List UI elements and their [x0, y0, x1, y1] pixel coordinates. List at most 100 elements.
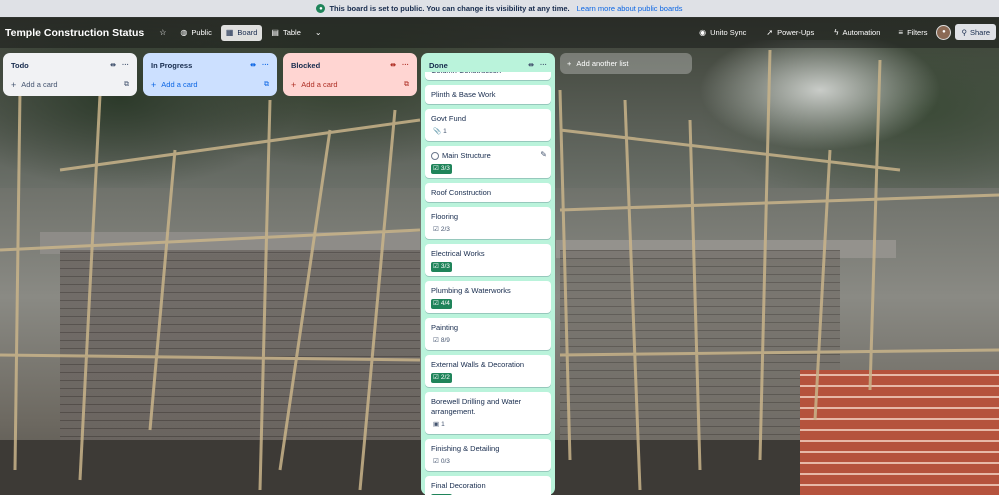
card-title: Plinth & Base Work: [431, 90, 496, 99]
visibility-button[interactable]: ◍ Public: [175, 25, 216, 41]
add-list-label: Add another list: [576, 59, 629, 68]
add-card-button[interactable]: + Add a card ⧉: [147, 76, 273, 93]
star-button[interactable]: ☆: [154, 25, 171, 41]
banner-message: This board is set to public. You can cha…: [329, 4, 570, 13]
card[interactable]: Plumbing & Waterworks ☑ 4/4: [425, 281, 551, 313]
badge-count: 2/3: [440, 226, 450, 233]
badge-count: 0/3: [440, 458, 450, 465]
card[interactable]: External Walls & Decoration ☑ 2/2: [425, 355, 551, 387]
card-title-row: Main Structure: [431, 151, 546, 161]
plus-icon: +: [11, 79, 17, 90]
card[interactable]: Column Construction: [425, 72, 551, 80]
views-menu-button[interactable]: ⌄: [310, 25, 327, 41]
checklist-badge: ☑ 4/4: [431, 299, 452, 309]
powerups-button[interactable]: ➚ Power-Ups: [761, 24, 819, 40]
list-header: Todo ⇹ ···: [7, 57, 133, 73]
more-icon[interactable]: ···: [122, 62, 129, 69]
card-title-row: Finishing & Detailing: [431, 444, 546, 454]
cover-badge: ▣ 1: [431, 420, 447, 430]
list-title[interactable]: In Progress: [151, 61, 244, 70]
checklist-badge: ☑3/3: [431, 262, 452, 272]
table-icon: ▤: [271, 28, 279, 37]
card[interactable]: Electrical Works ☑ 3/3: [425, 244, 551, 276]
card-title: Finishing & Detailing: [431, 444, 500, 453]
chevron-down-icon: ⌄: [314, 28, 322, 37]
add-card-button[interactable]: + Add a card ⧉: [7, 76, 133, 93]
card[interactable]: Painting ☑ 8/9: [425, 318, 551, 350]
paperclip-icon: 📎: [433, 128, 442, 135]
add-card-button[interactable]: + Add a card ⧉: [287, 76, 413, 93]
card-title-row: Flooring: [431, 212, 546, 222]
collapse-icon[interactable]: ⇹: [528, 61, 534, 69]
automation-button[interactable]: ϟ Automation: [829, 24, 885, 40]
add-card-label: Add a card: [301, 80, 338, 89]
checklist-badge: ☑ 8/9: [431, 336, 452, 346]
card-title-row: Plinth & Base Work: [431, 90, 546, 100]
board-icon: ▦: [225, 28, 234, 37]
checklist-icon: ☑: [433, 263, 439, 270]
card-title: Electrical Works: [431, 249, 485, 258]
collapse-icon[interactable]: ⇹: [250, 61, 256, 69]
card[interactable]: Finishing & Detailing ☑ 0/3: [425, 439, 551, 471]
card[interactable]: ✎ Main Structure ☑ 3/3: [425, 146, 551, 178]
star-icon: ☆: [159, 28, 167, 37]
card-title: Final Decoration: [431, 481, 486, 490]
more-icon[interactable]: ···: [262, 62, 269, 69]
list-todo: Todo ⇹ ··· + Add a card ⧉: [3, 53, 137, 96]
view-board-button[interactable]: ▦ Board: [220, 24, 263, 41]
checklist-icon: ☑: [433, 458, 439, 465]
card[interactable]: Govt Fund 📎 1: [425, 109, 551, 141]
card-title: Painting: [431, 323, 459, 332]
filters-button[interactable]: ≡ Filters: [893, 24, 932, 40]
card[interactable]: Roof Construction: [425, 183, 551, 202]
collapse-icon[interactable]: ⇹: [110, 61, 116, 69]
add-card-label: Add a card: [21, 80, 58, 89]
card-title-row: Electrical Works: [431, 249, 546, 259]
plus-icon: +: [151, 79, 157, 90]
board-title[interactable]: Temple Construction Status: [5, 27, 144, 39]
list-title[interactable]: Blocked: [291, 61, 384, 70]
template-icon[interactable]: ⧉: [124, 81, 129, 89]
template-icon[interactable]: ⧉: [264, 81, 269, 89]
card[interactable]: Plinth & Base Work: [425, 85, 551, 104]
learn-more-link[interactable]: Learn more about public boards: [577, 4, 683, 13]
card-title: Flooring: [431, 212, 459, 221]
card-title-row: Final Decoration: [431, 481, 546, 491]
card[interactable]: Final Decoration☑3/3: [425, 476, 551, 495]
visibility-label: Public: [191, 28, 212, 37]
share-button[interactable]: ⚲ Share: [955, 24, 996, 40]
badge-count: 1: [441, 421, 445, 428]
card[interactable]: Borewell Drilling and Water arrangement.…: [425, 392, 551, 434]
add-card-label: Add a card: [161, 80, 198, 89]
list-header: In Progress ⇹ ···: [147, 57, 273, 73]
template-icon[interactable]: ⧉: [404, 81, 409, 89]
card-title: Borewell Drilling and Water arrangement.: [431, 397, 522, 416]
checklist-icon: ☑: [433, 374, 439, 381]
avatar[interactable]: ●: [936, 24, 952, 40]
card[interactable]: Flooring ☑ 2/3: [425, 207, 551, 239]
image-icon: ▣: [433, 421, 440, 428]
powerups-label: Power-Ups: [777, 27, 815, 37]
add-list-button[interactable]: + Add another list: [560, 53, 692, 74]
view-table-button[interactable]: ▤ Table: [266, 25, 306, 41]
list-title[interactable]: Done: [429, 61, 522, 70]
unito-icon: ◉: [699, 27, 707, 37]
automation-label: Automation: [842, 27, 881, 37]
filter-icon: ≡: [898, 27, 904, 37]
checklist-icon: ☑: [433, 337, 439, 344]
badge-count: 2/2: [440, 374, 450, 381]
view-table-label: Table: [282, 28, 301, 37]
card-title-row: Govt Fund: [431, 114, 546, 124]
badge-count: 3/3: [440, 165, 450, 172]
more-icon[interactable]: ···: [402, 62, 409, 69]
list-header: Blocked ⇹ ···: [287, 57, 413, 73]
edit-icon[interactable]: ✎: [540, 150, 547, 160]
more-icon[interactable]: ···: [540, 62, 547, 69]
public-board-banner: ● This board is set to public. You can c…: [0, 0, 999, 17]
list-title[interactable]: Todo: [11, 61, 104, 70]
header-right-actions: ◉ Unito Sync ➚ Power-Ups ϟ Automation ≡ …: [694, 24, 996, 40]
share-label: Share: [969, 27, 990, 37]
complete-checkbox-icon[interactable]: [431, 152, 439, 160]
unito-sync-button[interactable]: ◉ Unito Sync: [694, 24, 751, 40]
collapse-icon[interactable]: ⇹: [390, 61, 396, 69]
